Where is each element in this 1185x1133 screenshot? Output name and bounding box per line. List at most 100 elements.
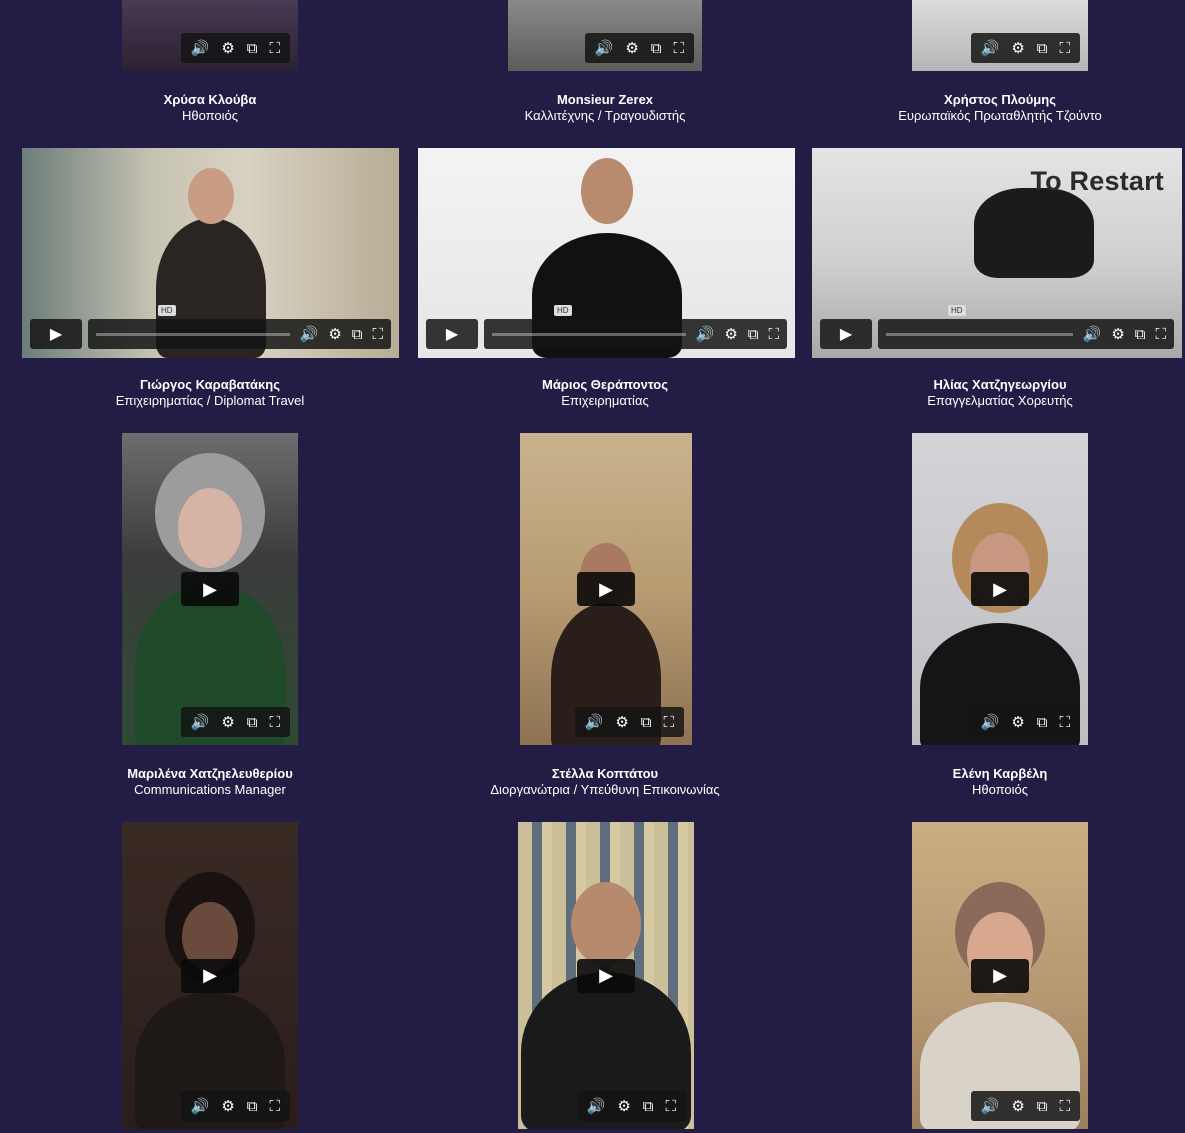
settings-icon[interactable]: ⚙ [328,325,341,343]
video-controls: 🔊 ⚙ ⧉ ⛶ [584,33,694,63]
pip-icon[interactable]: ⧉ [1135,326,1146,343]
person-role: Επαγγελματίας Χορευτής [927,393,1073,408]
pip-icon[interactable]: ⧉ [643,1098,654,1115]
volume-icon[interactable]: 🔊 [981,1097,1000,1115]
play-button[interactable]: ▶ [181,958,239,993]
pip-icon[interactable]: ⧉ [247,1098,258,1115]
video-overlay-title: To Restart [1030,166,1164,196]
video-player[interactable]: ▶ 🔊 ⚙ ⧉ ⛶ [518,822,694,1129]
video-controls: 🔊 ⚙ ⧉ ⛶ [970,33,1080,63]
person-name: Χρύσα Κλούβα [163,92,257,107]
video-player[interactable]: 🔊 ⚙ ⧉ ⛶ [508,0,702,71]
person-name: Ηλίας Χατζηγεωργίου [933,377,1067,392]
play-button[interactable]: ▶ [971,572,1029,606]
volume-icon[interactable]: 🔊 [585,713,604,731]
fullscreen-icon[interactable]: ⛶ [1059,714,1070,731]
volume-icon[interactable]: 🔊 [191,39,210,57]
video-player[interactable]: ▶ 🔊 ⚙ ⧉ ⛶ [520,433,692,745]
settings-icon[interactable]: ⚙ [625,39,638,57]
pip-icon[interactable]: ⧉ [247,714,258,731]
progress-bar[interactable]: HD 🔊 ⚙ ⧉ ⛶ [484,305,787,349]
volume-icon[interactable]: 🔊 [191,1097,210,1115]
person-role: Communications Manager [134,782,286,797]
video-controls: 🔊 ⚙ ⧉ ⛶ [180,1091,290,1121]
person-name: Στέλλα Κοπτάτου [551,766,659,781]
pip-icon[interactable]: ⧉ [352,326,363,343]
person-role: Επιχειρηματίας [561,393,649,408]
play-button[interactable]: ▶ [971,958,1029,993]
settings-icon[interactable]: ⚙ [1011,713,1024,731]
hd-badge: HD [158,305,176,316]
volume-icon[interactable]: 🔊 [300,325,319,343]
pip-icon[interactable]: ⧉ [641,714,652,731]
video-player[interactable]: ▶ HD 🔊 ⚙ ⧉ ⛶ [22,148,399,358]
play-icon[interactable]: ▶ [426,319,478,349]
volume-icon[interactable]: 🔊 [981,39,1000,57]
volume-icon[interactable]: 🔊 [191,713,210,731]
person-role: Ευρωπαϊκός Πρωταθλητής Τζούντο [898,108,1102,123]
pip-icon[interactable]: ⧉ [247,40,258,57]
fullscreen-icon[interactable]: ⛶ [665,1098,676,1115]
fullscreen-icon[interactable]: ⛶ [1059,1098,1070,1115]
fullscreen-icon[interactable]: ⛶ [673,40,684,57]
volume-icon[interactable]: 🔊 [595,39,614,57]
play-button[interactable]: ▶ [577,572,635,606]
fullscreen-icon[interactable]: ⛶ [1155,326,1166,343]
volume-icon[interactable]: 🔊 [981,713,1000,731]
fullscreen-icon[interactable]: ⛶ [663,714,674,731]
play-icon: ▶ [599,578,613,599]
pip-icon[interactable]: ⧉ [1037,40,1048,57]
pip-icon[interactable]: ⧉ [748,326,759,343]
video-player[interactable]: ▶ 🔊 ⚙ ⧉ ⛶ [912,433,1088,745]
play-icon: ▶ [993,965,1007,985]
settings-icon[interactable]: ⚙ [617,1097,630,1115]
video-player[interactable]: 🔊 ⚙ ⧉ ⛶ [122,0,298,71]
fullscreen-icon[interactable]: ⛶ [1059,40,1070,57]
video-controls: 🔊 ⚙ ⧉ ⛶ [576,1091,686,1121]
pip-icon[interactable]: ⧉ [1037,1098,1048,1115]
testimonial-video-grid: 🔊 ⚙ ⧉ ⛶ 🔊 ⚙ ⧉ ⛶ 🔊 ⚙ ⧉ ⛶ Χρύσα Κλούβα Ηθο… [0,0,1185,1133]
play-icon: ▶ [599,965,613,985]
fullscreen-icon[interactable]: ⛶ [372,326,383,343]
progress-bar[interactable]: HD 🔊 ⚙ ⧉ ⛶ [88,305,391,349]
play-button[interactable]: ▶ [577,958,635,993]
settings-icon[interactable]: ⚙ [221,1097,234,1115]
video-player[interactable]: 🔊 ⚙ ⧉ ⛶ [912,0,1088,71]
play-icon[interactable]: ▶ [30,319,82,349]
play-icon: ▶ [993,578,1007,599]
person-role: Επιχειρηματίας / Diplomat Travel [115,393,305,408]
person-role: Διοργανώτρια / Υπεύθυνη Επικοινωνίας [490,782,720,797]
video-player[interactable]: ▶ HD 🔊 ⚙ ⧉ ⛶ [418,148,795,358]
person-name: Γιώργος Καραβατάκης [140,377,280,392]
volume-icon[interactable]: 🔊 [1083,325,1102,343]
volume-icon[interactable]: 🔊 [696,325,715,343]
video-player[interactable]: To Restart ▶ HD 🔊 ⚙ ⧉ ⛶ [812,148,1182,358]
fullscreen-icon[interactable]: ⛶ [269,40,280,57]
testimonial-caption: Στέλλα Κοπτάτου Διοργανώτρια / Υπεύθυνη … [425,766,785,798]
settings-icon[interactable]: ⚙ [221,713,234,731]
video-player[interactable]: ▶ 🔊 ⚙ ⧉ ⛶ [912,822,1088,1129]
play-button[interactable]: ▶ [181,572,239,606]
play-icon[interactable]: ▶ [820,319,872,349]
fullscreen-icon[interactable]: ⛶ [269,1098,280,1115]
video-controls: 🔊 ⚙ ⧉ ⛶ [574,707,684,737]
volume-icon[interactable]: 🔊 [587,1097,606,1115]
settings-icon[interactable]: ⚙ [221,39,234,57]
fullscreen-icon[interactable]: ⛶ [269,714,280,731]
pip-icon[interactable]: ⧉ [651,40,662,57]
settings-icon[interactable]: ⚙ [1011,39,1024,57]
testimonial-caption: Γιώργος Καραβατάκης Επιχειρηματίας / Dip… [30,377,390,409]
settings-icon[interactable]: ⚙ [1011,1097,1024,1115]
settings-icon[interactable]: ⚙ [615,713,628,731]
video-player[interactable]: ▶ 🔊 ⚙ ⧉ ⛶ [122,822,298,1129]
pip-icon[interactable]: ⧉ [1037,714,1048,731]
fullscreen-icon[interactable]: ⛶ [768,326,779,343]
testimonial-caption: Monsieur Zerex Καλλιτέχνης / Τραγουδιστή… [425,92,785,124]
settings-icon[interactable]: ⚙ [1111,325,1124,343]
video-player[interactable]: ▶ 🔊 ⚙ ⧉ ⛶ [122,433,298,745]
person-name: Monsieur Zerex [556,92,654,107]
settings-icon[interactable]: ⚙ [724,325,737,343]
progress-bar[interactable]: HD 🔊 ⚙ ⧉ ⛶ [878,305,1174,349]
hd-badge: HD [948,305,966,316]
person-name: Χρήστος Πλούμης [944,92,1056,107]
